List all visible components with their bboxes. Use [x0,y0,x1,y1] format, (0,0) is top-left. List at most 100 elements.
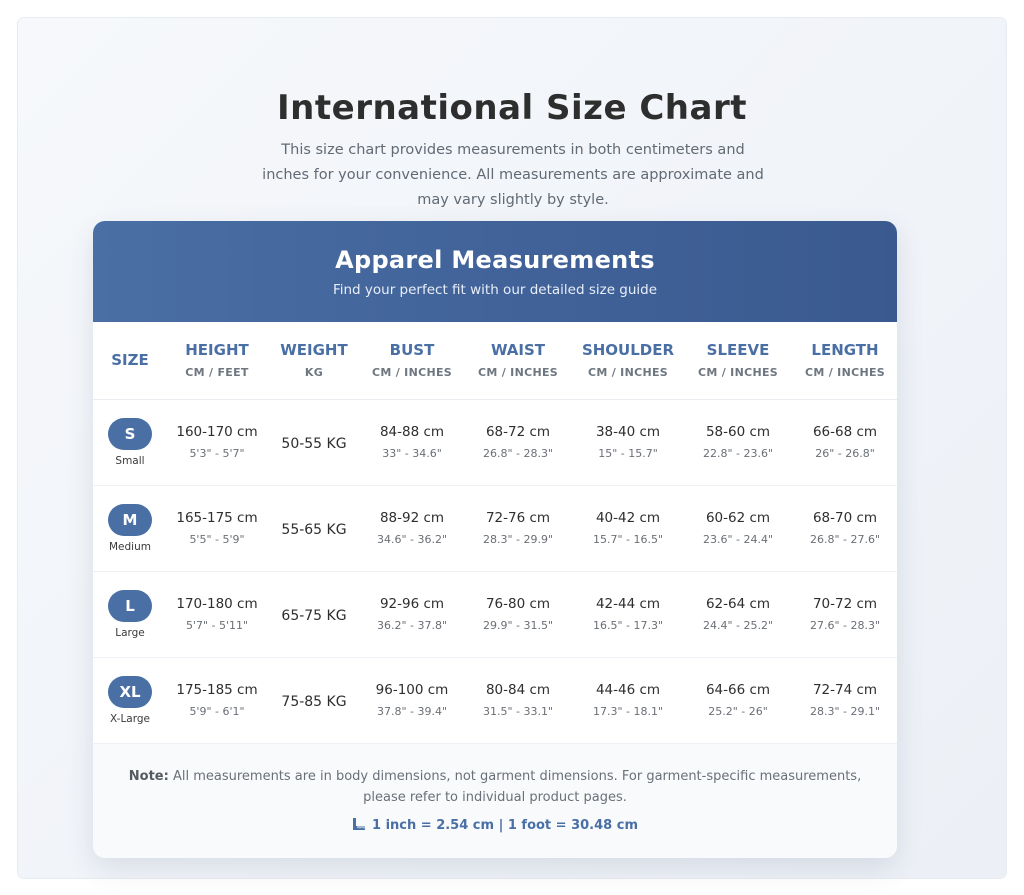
bust-imperial: 37.8" - 39.4" [376,705,448,718]
column-unit: CM / FEET [185,366,249,380]
sleeve-cm: 58-60 cm [705,424,771,440]
card-title: Apparel Measurements [335,246,655,274]
shoulder-cell: 42-44 cm 16.5" - 17.3" [573,571,683,658]
size-name: Small [115,454,145,467]
weight-value: 75-85 KG [281,693,347,710]
sleeve-cell: 62-64 cm 24.4" - 25.2" [683,571,793,658]
waist-cm: 76-80 cm [485,596,551,612]
weight-value: 55-65 KG [281,521,347,538]
conversion-text: 1 inch = 2.54 cm | 1 foot = 30.48 cm [372,818,638,833]
column-name: BUST [389,341,435,360]
column-name: WEIGHT [280,341,348,360]
height-cm: 175-185 cm [176,682,258,698]
column-name: HEIGHT [185,341,249,360]
sleeve-cell: 64-66 cm 25.2" - 26" [683,657,793,744]
column-name: SIZE [111,351,149,370]
card-footer: Note: All measurements are in body dimen… [93,743,897,858]
column-header-shoulder: SHOULDER CM / INCHES [573,322,683,400]
column-unit: CM / INCHES [371,366,452,380]
waist-imperial: 29.9" - 31.5" [482,619,554,632]
table-row: S Small 160-170 cm 5'3" - 5'7" 50-55 KG 84-88… [93,399,897,486]
table-row: L Large 170-180 cm 5'7" - 5'11" 65-75 KG 92-9… [93,571,897,658]
column-header-height: HEIGHT CM / FEET [167,322,267,400]
page-title: International Size Chart [277,88,747,128]
header-row: SIZE HEIGHT CM / FEET WEIGHT KG BUST CM / INCH… [93,322,897,400]
sleeve-cm: 62-64 cm [705,596,771,612]
column-unit: CM / INCHES [587,366,668,380]
bust-imperial: 34.6" - 36.2" [376,533,448,546]
column-header-length: LENGTH CM / INCHES [793,322,897,400]
weight-cell: 55-65 KG [267,485,361,572]
weight-cell: 50-55 KG [267,399,361,486]
length-cell: 68-70 cm 26.8" - 27.6" [793,485,897,572]
weight-cell: 75-85 KG [267,657,361,744]
bust-cm: 88-92 cm [379,510,445,526]
column-name: SLEEVE [706,341,770,360]
bust-cell: 92-96 cm 36.2" - 37.8" [361,571,463,658]
measurement-note: Note: All measurements are in body dimen… [93,766,897,808]
shoulder-cell: 38-40 cm 15" - 15.7" [573,399,683,486]
column-header-bust: BUST CM / INCHES [361,322,463,400]
weight-value: 50-55 KG [281,435,347,452]
waist-imperial: 28.3" - 29.9" [482,533,554,546]
column-header-size: SIZE [93,322,167,400]
bust-cell: 96-100 cm 37.8" - 39.4" [361,657,463,744]
length-cell: 66-68 cm 26" - 26.8" [793,399,897,486]
sleeve-imperial: 25.2" - 26" [708,705,768,718]
note-text: All measurements are in body dimensions,… [168,768,862,805]
table-header: SIZE HEIGHT CM / FEET WEIGHT KG BUST CM / INCH… [93,322,897,400]
shoulder-cm: 42-44 cm [595,596,661,612]
waist-cell: 76-80 cm 29.9" - 31.5" [463,571,573,658]
table-row: XL X-Large 175-185 cm 5'9" - 6'1" 75-85 KG 96… [93,657,897,744]
height-cm: 170-180 cm [176,596,258,612]
table-row: M Medium 165-175 cm 5'5" - 5'9" 55-65 KG 88-9… [93,485,897,572]
waist-imperial: 31.5" - 33.1" [482,705,554,718]
ruler-icon [352,817,366,835]
shoulder-imperial: 17.3" - 18.1" [592,705,664,718]
shoulder-cm: 44-46 cm [595,682,661,698]
waist-cm: 80-84 cm [485,682,551,698]
size-chart-card: Apparel Measurements Find your perfect f… [93,221,897,858]
length-cm: 70-72 cm [812,596,878,612]
size-name: Large [115,626,145,639]
height-cell: 165-175 cm 5'5" - 5'9" [167,485,267,572]
sleeve-cm: 60-62 cm [705,510,771,526]
unit-conversion: 1 inch = 2.54 cm | 1 foot = 30.48 cm [352,817,638,835]
column-unit: CM / INCHES [477,366,558,380]
height-imperial: 5'7" - 5'11" [185,619,249,632]
size-badge: M [108,503,152,536]
bust-imperial: 33" - 34.6" [382,447,442,460]
shoulder-imperial: 15" - 15.7" [598,447,658,460]
length-cell: 72-74 cm 28.3" - 29.1" [793,657,897,744]
size-cell: S Small [93,399,167,486]
height-imperial: 5'5" - 5'9" [189,533,245,546]
size-table: SIZE HEIGHT CM / FEET WEIGHT KG BUST CM / INCH… [93,322,897,744]
sleeve-cm: 64-66 cm [705,682,771,698]
column-name: LENGTH [811,341,879,360]
size-cell: XL X-Large [93,657,167,744]
card-subtitle: Find your perfect fit with our detailed … [332,282,658,298]
shoulder-cm: 40-42 cm [595,510,661,526]
shoulder-cell: 44-46 cm 17.3" - 18.1" [573,657,683,744]
column-unit: CM / INCHES [804,366,885,380]
size-name: Medium [109,540,151,553]
size-name: X-Large [109,712,150,725]
size-badge: S [108,417,152,450]
length-imperial: 27.6" - 28.3" [809,619,881,632]
length-cm: 72-74 cm [812,682,878,698]
bust-cm: 84-88 cm [379,424,445,440]
height-imperial: 5'3" - 5'7" [189,447,245,460]
column-name: WAIST [490,341,546,360]
height-cm: 160-170 cm [176,424,258,440]
card-header: Apparel Measurements Find your perfect f… [93,221,897,322]
waist-cm: 68-72 cm [485,424,551,440]
bust-cm: 96-100 cm [375,682,449,698]
sleeve-imperial: 24.4" - 25.2" [702,619,774,632]
height-cell: 160-170 cm 5'3" - 5'7" [167,399,267,486]
length-imperial: 26" - 26.8" [815,447,875,460]
height-cell: 175-185 cm 5'9" - 6'1" [167,657,267,744]
sleeve-imperial: 23.6" - 24.4" [702,533,774,546]
column-unit: CM / INCHES [697,366,778,380]
waist-cell: 80-84 cm 31.5" - 33.1" [463,657,573,744]
column-header-waist: WAIST CM / INCHES [463,322,573,400]
